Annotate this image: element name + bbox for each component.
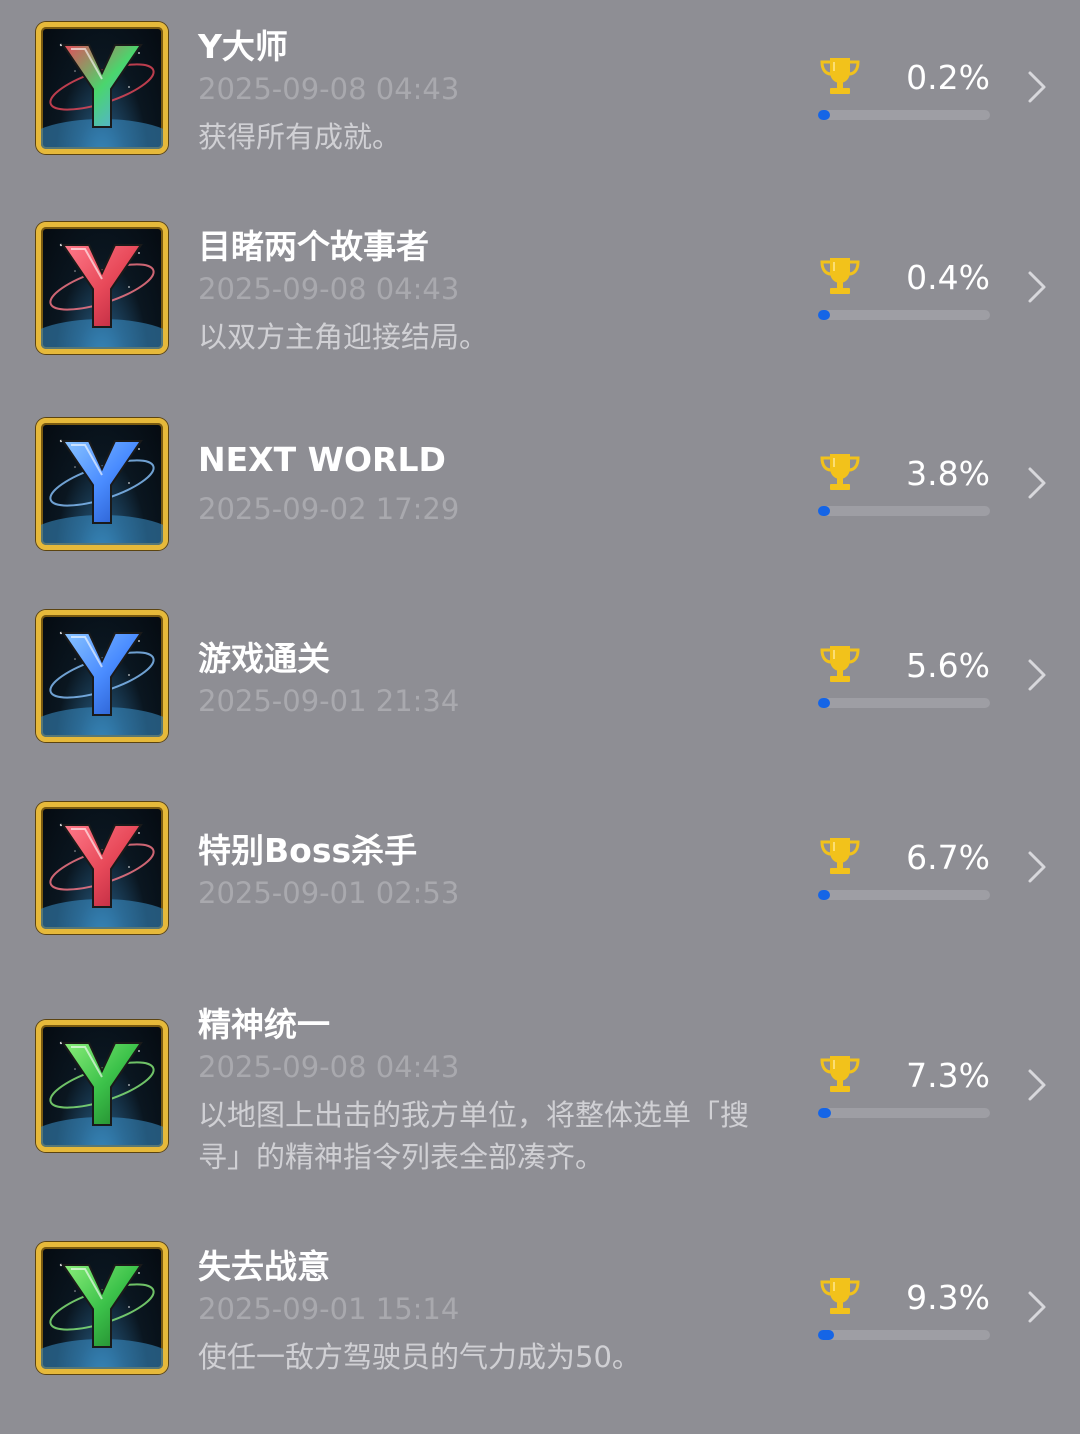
achievement-date: 2025-09-08 04:43	[198, 72, 460, 106]
achievement-title: NEXT WORLD	[198, 440, 446, 479]
achievement-description: 以双方主角迎接结局。	[198, 320, 489, 354]
y-emblem-blue-icon	[36, 418, 168, 550]
chevron-right-icon[interactable]	[1026, 1290, 1048, 1324]
unlock-progress-fill	[818, 110, 830, 120]
trophy-icon	[820, 838, 860, 874]
y-emblem-green-icon	[36, 1020, 168, 1152]
y-emblem-green-icon	[36, 1242, 168, 1374]
unlock-percent: 7.3%	[906, 1056, 990, 1095]
chevron-right-icon[interactable]	[1026, 70, 1048, 104]
y-emblem-blue-icon	[36, 610, 168, 742]
unlock-percent: 6.7%	[906, 838, 990, 877]
unlock-progress-bar	[818, 698, 990, 708]
achievement-row[interactable]: NEXT WORLD 2025-09-02 17:29 3.8%	[0, 400, 1080, 580]
unlock-progress-fill	[818, 698, 830, 708]
trophy-icon	[820, 1278, 860, 1314]
unlock-progress-bar	[818, 110, 990, 120]
unlock-progress-bar	[818, 506, 990, 516]
achievement-date: 2025-09-02 17:29	[198, 492, 460, 526]
trophy-icon	[820, 1056, 860, 1092]
chevron-right-icon[interactable]	[1026, 658, 1048, 692]
unlock-percent: 3.8%	[906, 454, 990, 493]
y-emblem-red-icon	[36, 222, 168, 354]
chevron-right-icon[interactable]	[1026, 850, 1048, 884]
unlock-progress-bar	[818, 890, 990, 900]
achievement-title: 特别Boss杀手	[198, 831, 418, 870]
unlock-progress-fill	[818, 506, 830, 516]
achievement-description: 以地图上出击的我方单位，将整体选单「搜寻」的精神指令列表全部凑齐。	[198, 1098, 750, 1174]
unlock-percent: 0.2%	[906, 58, 990, 97]
achievement-date: 2025-09-01 21:34	[198, 684, 460, 718]
unlock-percent: 0.4%	[906, 258, 990, 297]
unlock-percent: 9.3%	[906, 1278, 990, 1317]
achievement-title: 失去战意	[198, 1247, 330, 1286]
unlock-progress-bar	[818, 1108, 990, 1118]
achievement-title: 精神统一	[198, 1005, 330, 1044]
y-emblem-red-icon	[36, 802, 168, 934]
achievement-row[interactable]: 失去战意 2025-09-01 15:14 使任一敌方驾驶员的气力成为50。 9…	[0, 1222, 1080, 1402]
trophy-icon	[820, 258, 860, 294]
achievement-description: 获得所有成就。	[198, 120, 402, 154]
trophy-icon	[820, 58, 860, 94]
achievement-row[interactable]: Y大师 2025-09-08 04:43 获得所有成就。 0.2%	[0, 0, 1080, 190]
y-emblem-rainbow-icon	[36, 22, 168, 154]
chevron-right-icon[interactable]	[1026, 1068, 1048, 1102]
achievement-date: 2025-09-08 04:43	[198, 272, 460, 306]
chevron-right-icon[interactable]	[1026, 466, 1048, 500]
achievement-date: 2025-09-01 15:14	[198, 1292, 460, 1326]
achievement-row[interactable]: 特别Boss杀手 2025-09-01 02:53 6.7%	[0, 784, 1080, 964]
achievement-title: 游戏通关	[198, 639, 330, 678]
unlock-progress-fill	[818, 310, 830, 320]
achievement-row[interactable]: 游戏通关 2025-09-01 21:34 5.6%	[0, 592, 1080, 772]
trophy-icon	[820, 454, 860, 490]
achievement-title: 目睹两个故事者	[198, 227, 429, 266]
unlock-progress-bar	[818, 310, 990, 320]
achievement-date: 2025-09-08 04:43	[198, 1050, 460, 1084]
chevron-right-icon[interactable]	[1026, 270, 1048, 304]
unlock-percent: 5.6%	[906, 646, 990, 685]
achievement-row[interactable]: 目睹两个故事者 2025-09-08 04:43 以双方主角迎接结局。 0.4%	[0, 200, 1080, 390]
achievement-description: 使任一敌方驾驶员的气力成为50。	[198, 1340, 641, 1374]
achievement-date: 2025-09-01 02:53	[198, 876, 460, 910]
unlock-progress-fill	[818, 1108, 831, 1118]
trophy-icon	[820, 646, 860, 682]
unlock-progress-bar	[818, 1330, 990, 1340]
achievement-row[interactable]: 精神统一 2025-09-08 04:43 以地图上出击的我方单位，将整体选单「…	[0, 990, 1080, 1190]
achievement-list: Y大师 2025-09-08 04:43 获得所有成就。 0.2% 目睹两个故事…	[0, 0, 1080, 1434]
unlock-progress-fill	[818, 1330, 834, 1340]
unlock-progress-fill	[818, 890, 830, 900]
achievement-title: Y大师	[198, 27, 288, 66]
